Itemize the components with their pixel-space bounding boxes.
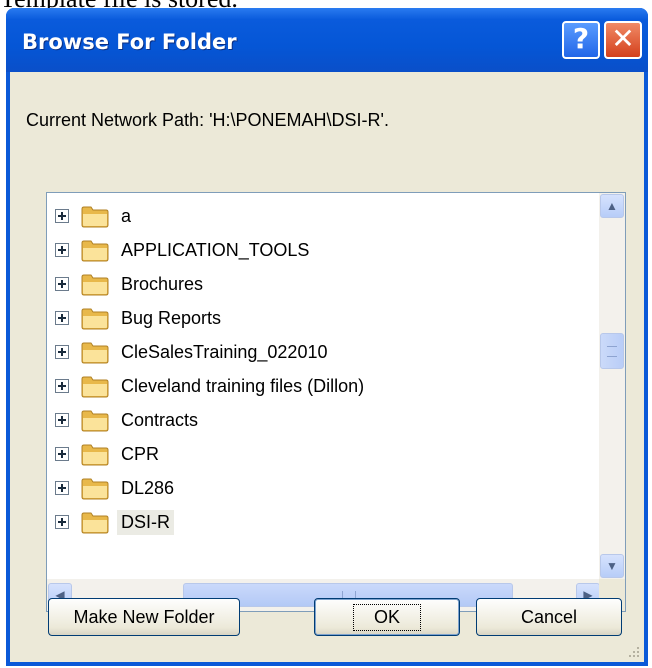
folder-icon <box>81 442 109 466</box>
folder-name: Bug Reports <box>121 307 222 328</box>
close-button[interactable]: ✕ <box>604 21 642 59</box>
expand-plus-icon[interactable] <box>55 209 69 223</box>
folder-name: APPLICATION_TOOLS <box>121 239 310 260</box>
folder-tree-item[interactable]: Bug Reports <box>55 301 225 335</box>
scroll-up-button[interactable]: ▲ <box>600 194 624 218</box>
folder-tree-item[interactable]: CPR <box>55 437 163 471</box>
expand-plus-icon[interactable] <box>55 481 69 495</box>
folder-icon <box>81 476 109 500</box>
folder-name: DSI-R <box>117 509 174 535</box>
current-network-path-label: Current Network Path: 'H:\PONEMAH\DSI-R'… <box>26 110 389 130</box>
folder-tree-item[interactable]: Contracts <box>55 403 202 437</box>
folder-tree-item[interactable]: DSI-R <box>55 505 174 539</box>
folder-icon <box>81 408 109 432</box>
cancel-label: Cancel <box>520 606 578 627</box>
vertical-scroll-thumb[interactable] <box>600 333 624 369</box>
dialog-title: Browse For Folder <box>22 30 237 54</box>
folder-tree-item[interactable]: CleSalesTraining_022010 <box>55 335 331 369</box>
expand-plus-icon[interactable] <box>55 447 69 461</box>
folder-name: Brochures <box>121 273 204 294</box>
scroll-down-button[interactable]: ▼ <box>600 554 624 578</box>
folder-icon <box>81 204 109 228</box>
folder-name: Cleveland training files (Dillon) <box>121 375 365 396</box>
folder-tree-item[interactable]: DL286 <box>55 471 178 505</box>
folder-tree-item[interactable]: APPLICATION_TOOLS <box>55 233 313 267</box>
expand-plus-icon[interactable] <box>55 515 69 529</box>
expand-plus-icon[interactable] <box>55 277 69 291</box>
folder-tree-rows: a APPLICATION_TOOLS Brochures Bug Reports Cl… <box>47 193 601 579</box>
ok-label: OK <box>352 603 421 631</box>
folder-name: CleSalesTraining_022010 <box>121 341 328 362</box>
folder-icon <box>81 510 109 534</box>
folder-icon <box>81 272 109 296</box>
folder-tree-item[interactable]: a <box>55 199 135 233</box>
folder-icon <box>81 340 109 364</box>
cancel-button[interactable]: Cancel <box>476 598 622 636</box>
folder-tree-item[interactable]: Brochures <box>55 267 207 301</box>
folder-icon <box>81 374 109 398</box>
help-button[interactable]: ? <box>562 21 600 59</box>
expand-plus-icon[interactable] <box>55 311 69 325</box>
folder-icon <box>81 306 109 330</box>
folder-name: Contracts <box>121 409 199 430</box>
ok-button[interactable]: OK <box>314 598 460 636</box>
folder-name: a <box>121 205 132 226</box>
browse-for-folder-dialog: Browse For Folder ? ✕ Current Network Pa… <box>6 8 648 666</box>
expand-plus-icon[interactable] <box>55 379 69 393</box>
folder-icon <box>81 238 109 262</box>
expand-plus-icon[interactable] <box>55 345 69 359</box>
expand-plus-icon[interactable] <box>55 413 69 427</box>
dialog-client-area: Current Network Path: 'H:\PONEMAH\DSI-R'… <box>10 72 644 662</box>
expand-plus-icon[interactable] <box>55 243 69 257</box>
folder-tree-view[interactable]: a APPLICATION_TOOLS Brochures Bug Reports Cl… <box>46 192 626 612</box>
folder-name: CPR <box>121 443 160 464</box>
title-bar[interactable]: Browse For Folder ? ✕ <box>6 8 648 72</box>
folder-tree-item[interactable]: Cleveland training files (Dillon) <box>55 369 368 403</box>
make-new-folder-label: Make New Folder <box>73 606 215 627</box>
folder-name: DL286 <box>121 477 175 498</box>
vertical-scrollbar[interactable]: ▲ ▼ <box>599 193 625 579</box>
resize-grip-icon[interactable] <box>626 644 640 658</box>
make-new-folder-button[interactable]: Make New Folder <box>48 598 240 636</box>
